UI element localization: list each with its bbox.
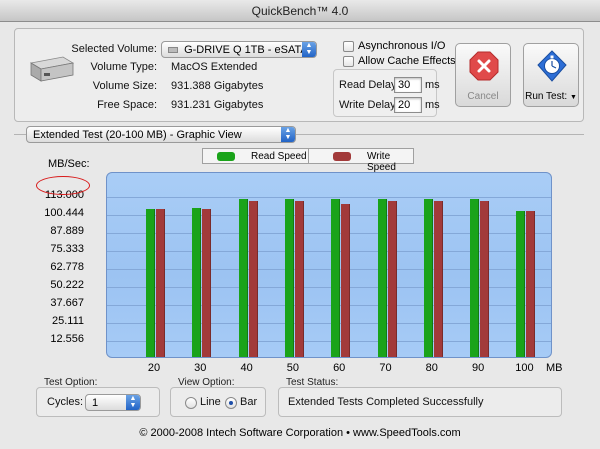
write-delay-input[interactable]: 20	[394, 97, 422, 113]
x-tick-label: 70	[379, 362, 392, 374]
read-speed-bar	[423, 199, 433, 357]
volume-select-value: G-DRIVE Q 1TB - eSATA	[184, 44, 308, 56]
cycles-select[interactable]: 1 ▲ ▼	[85, 394, 141, 411]
y-tick-label: 50.222	[50, 279, 84, 291]
stop-icon	[469, 51, 499, 81]
read-speed-bar	[470, 199, 480, 357]
cancel-button[interactable]: Cancel	[455, 43, 511, 107]
chevron-down-icon: ▼	[569, 94, 577, 101]
write-speed-bar	[248, 200, 258, 357]
legend-read-label: Read Speed	[251, 151, 307, 162]
selected-volume-label: Selected Volume:	[71, 43, 157, 55]
y-axis-label: MB/Sec:	[48, 158, 90, 170]
legend-read-swatch	[217, 152, 235, 161]
legend-separator	[308, 149, 309, 163]
free-space-value: 931.231 Gigabytes	[171, 99, 264, 111]
read-speed-bar	[284, 199, 294, 357]
y-tick-label: 25.111	[51, 315, 84, 327]
async-io-label: Asynchronous I/O	[358, 40, 446, 52]
volume-type-label: Volume Type:	[90, 61, 157, 73]
x-tick-label: 40	[240, 362, 253, 374]
up-down-arrows-icon: ▲ ▼	[126, 395, 140, 410]
volume-size-label: Volume Size:	[92, 80, 157, 92]
read-speed-bar	[192, 207, 202, 357]
volume-select[interactable]: G-DRIVE Q 1TB - eSATA ▲ ▼	[161, 41, 317, 58]
y-tick-label: 87.889	[50, 225, 84, 237]
gridline	[107, 197, 551, 198]
y-tick-label: 62.778	[50, 261, 84, 273]
read-speed-bar	[238, 199, 248, 357]
write-speed-bar	[480, 200, 490, 357]
write-speed-bar	[387, 200, 397, 357]
main-window: Selected Volume: G-DRIVE Q 1TB - eSATA ▲…	[0, 22, 600, 449]
read-speed-bar	[146, 209, 155, 357]
view-option-group: Line Bar	[170, 387, 266, 417]
chart-legend: Read Speed Write Speed	[202, 148, 414, 173]
view-mode-select-value: Extended Test (20-100 MB) - Graphic View	[33, 129, 242, 141]
write-speed-bar	[341, 203, 351, 357]
async-io-checkbox[interactable]	[343, 41, 354, 52]
up-down-arrows-icon: ▲ ▼	[302, 42, 316, 57]
x-tick-label: 100	[515, 362, 534, 374]
write-speed-bar	[433, 200, 443, 357]
hard-drive-small-icon	[168, 47, 178, 53]
run-test-button-label: Run Test: ▼	[524, 91, 578, 102]
write-delay-unit: ms	[425, 99, 440, 111]
y-tick-label: 100.444	[44, 207, 84, 219]
run-test-button[interactable]: Run Test: ▼	[523, 43, 579, 107]
read-delay-label: Read Delay:	[339, 79, 400, 91]
legend-write-swatch	[333, 152, 351, 161]
y-tick-label: 12.556	[50, 333, 84, 345]
cycles-select-value: 1	[92, 397, 99, 409]
read-delay-input[interactable]: 30	[394, 77, 422, 93]
test-status-group: Extended Tests Completed Successfully	[278, 387, 562, 417]
read-delay-unit: ms	[425, 79, 440, 91]
cache-effects-label: Allow Cache Effects	[358, 55, 456, 67]
free-space-label: Free Space:	[97, 99, 157, 111]
cancel-button-label: Cancel	[467, 91, 499, 102]
x-tick-label: 60	[333, 362, 346, 374]
line-radio[interactable]	[185, 397, 197, 409]
test-option-group: Cycles: 1 ▲ ▼	[36, 387, 160, 417]
legend-write-label: Write Speed	[367, 151, 396, 173]
read-speed-bar	[377, 199, 387, 357]
write-speed-bar	[294, 200, 304, 357]
volume-panel: Selected Volume: G-DRIVE Q 1TB - eSATA ▲…	[14, 28, 584, 122]
footer-copyright: © 2000-2008 Intech Software Corporation …	[139, 427, 461, 439]
run-test-label-text: Run Test:	[525, 91, 568, 102]
x-tick-label: 30	[194, 362, 207, 374]
x-tick-label: 50	[286, 362, 300, 374]
cache-effects-checkbox[interactable]	[343, 56, 354, 67]
up-down-arrows-icon: ▲ ▼	[281, 127, 295, 142]
line-radio-label: Line	[200, 396, 221, 408]
read-speed-bar	[516, 210, 526, 357]
volume-type-value: MacOS Extended	[171, 61, 258, 73]
x-tick-label: 90	[471, 362, 485, 374]
bar-radio[interactable]	[225, 397, 237, 409]
y-tick-label: 37.667	[50, 297, 84, 309]
y-tick-label: 75.333	[50, 243, 84, 255]
volume-size-value: 931.388 Gigabytes	[171, 80, 264, 92]
max-value-highlight	[36, 176, 90, 195]
x-tick-label: 20	[147, 362, 161, 374]
read-speed-bar	[331, 199, 341, 357]
cycles-label: Cycles:	[47, 396, 84, 408]
plot-area	[106, 172, 552, 358]
x-tick-label: 80	[425, 362, 438, 374]
write-speed-bar	[526, 210, 536, 357]
view-mode-select[interactable]: Extended Test (20-100 MB) - Graphic View…	[26, 126, 296, 143]
write-delay-label: Write Delay:	[339, 99, 399, 111]
stopwatch-icon	[537, 50, 567, 82]
test-status-value: Extended Tests Completed Successfully	[288, 396, 484, 408]
delay-group: Read Delay: 30 ms Write Delay: 20 ms	[333, 69, 440, 117]
window-title: QuickBench™ 4.0	[251, 4, 349, 18]
title-bar: QuickBench™ 4.0	[0, 0, 600, 22]
x-axis-label: MB	[546, 362, 563, 374]
bar-radio-label: Bar	[240, 396, 258, 408]
write-speed-bar	[156, 209, 165, 357]
write-speed-bar	[202, 209, 212, 357]
